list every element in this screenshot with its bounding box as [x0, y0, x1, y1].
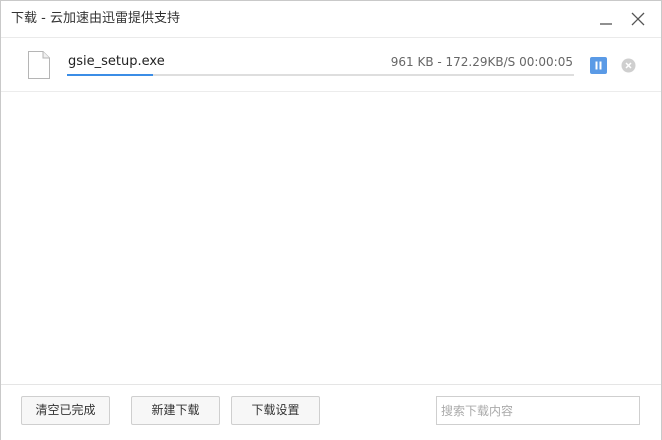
- footer-bar: 清空已完成 新建下载 下载设置: [1, 384, 661, 440]
- progress-bar: [67, 74, 574, 76]
- title-bar: 下载 - 云加速由迅雷提供支持: [1, 1, 661, 38]
- new-download-button[interactable]: 新建下载: [131, 396, 220, 425]
- download-stats: 961 KB - 172.29KB/S 00:00:05: [390, 55, 573, 69]
- delete-icon: [621, 58, 636, 73]
- progress-fill: [67, 74, 154, 76]
- minimize-icon: [600, 23, 612, 25]
- file-name: gsie_setup.exe: [68, 54, 165, 69]
- pause-icon: [595, 61, 602, 70]
- pause-button[interactable]: [590, 57, 607, 74]
- search-input[interactable]: [436, 396, 640, 425]
- clear-completed-button[interactable]: 清空已完成: [21, 396, 110, 425]
- close-icon: [631, 12, 645, 26]
- download-window: 下载 - 云加速由迅雷提供支持 gsie_setup.exe 961 KB - …: [0, 0, 662, 440]
- download-item[interactable]: gsie_setup.exe 961 KB - 172.29KB/S 00:00…: [1, 38, 661, 92]
- download-settings-button[interactable]: 下载设置: [231, 396, 320, 425]
- download-list: gsie_setup.exe 961 KB - 172.29KB/S 00:00…: [1, 38, 661, 384]
- close-button[interactable]: [627, 8, 649, 30]
- window-title: 下载 - 云加速由迅雷提供支持: [11, 11, 180, 26]
- file-icon: [28, 51, 50, 79]
- delete-button[interactable]: [621, 58, 636, 73]
- minimize-button[interactable]: [595, 8, 617, 30]
